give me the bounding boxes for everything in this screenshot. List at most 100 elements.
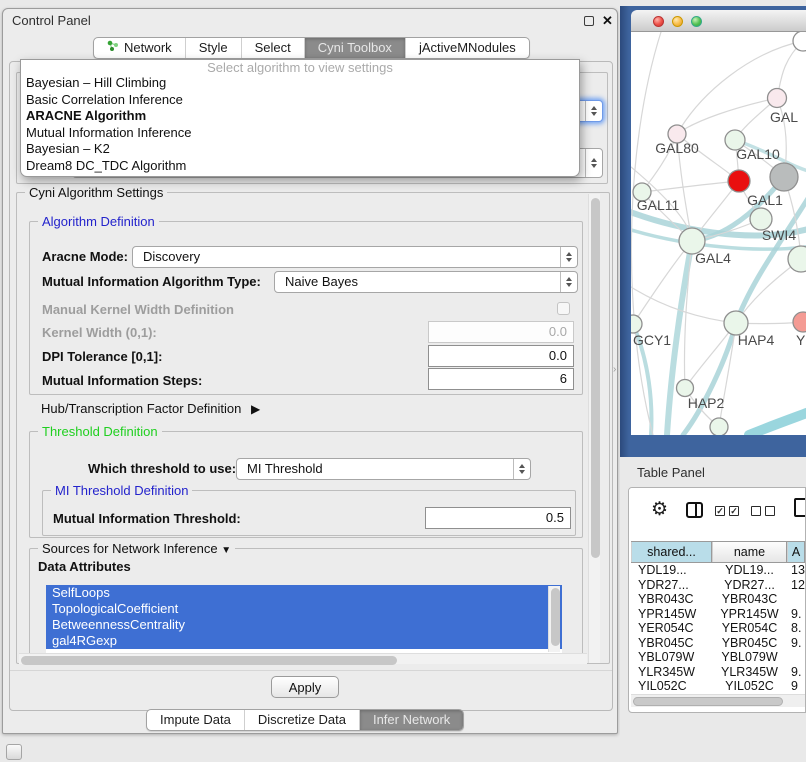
table-row[interactable]: YBR045CYBR045C9.	[631, 636, 805, 651]
tab-network[interactable]: Network	[94, 38, 185, 58]
table-header: shared...nameA	[631, 541, 805, 563]
splitter-collapse-icon[interactable]: ›	[613, 364, 616, 375]
aracne-mode-label: Aracne Mode:	[42, 249, 128, 264]
stepper-icon	[560, 272, 577, 292]
apply-button[interactable]: Apply	[271, 676, 339, 698]
table-panel-title: Table Panel	[637, 465, 705, 480]
table-cell: YBL079W	[631, 650, 712, 665]
unchecked-checkbox-icon[interactable]	[765, 506, 775, 516]
cyni-toolbox-panel: galFiltered.sif default node Cyni Algori…	[9, 61, 613, 711]
table-row[interactable]: YDR27...YDR27...12	[631, 578, 805, 593]
network-node-label: HAP2	[688, 395, 725, 411]
tab-impute-data[interactable]: Impute Data	[147, 710, 244, 730]
which-threshold-value: MI Threshold	[247, 461, 323, 476]
table-row[interactable]: YDL19...YDL19...13	[631, 563, 805, 578]
table-cell: YBR043C	[631, 592, 712, 607]
control-panel-window: Control Panel ✕ NetworkStyleSelectCyni T…	[2, 8, 618, 734]
which-threshold-combo[interactable]: MI Threshold	[236, 458, 531, 480]
table-row[interactable]: YBL079WYBL079W	[631, 650, 805, 665]
minimized-panel-icon[interactable]	[6, 744, 22, 760]
dpi-tolerance-field[interactable]: 0.0	[428, 345, 574, 367]
document-icon[interactable]	[794, 498, 806, 517]
table-cell: YBR043C	[712, 592, 787, 607]
table-cell: YBR045C	[712, 636, 787, 651]
tab-label: Style	[199, 38, 228, 58]
attribute-item[interactable]: TopologicalCoefficient	[46, 601, 562, 617]
table-cell: YDR27...	[712, 578, 787, 593]
column-header[interactable]: shared...	[631, 542, 712, 562]
attributes-scrollbar[interactable]	[548, 586, 560, 652]
attribute-item[interactable]: gal4RGexp	[46, 633, 562, 649]
network-node[interactable]	[793, 312, 806, 332]
threshold-definition-group: Threshold Definition Which threshold to …	[29, 431, 583, 538]
network-icon	[107, 38, 119, 58]
column-header[interactable]: name	[712, 542, 787, 562]
tab-style[interactable]: Style	[185, 38, 241, 58]
unchecked-checkbox-icon[interactable]	[751, 506, 761, 516]
gear-icon[interactable]: ⚙	[651, 500, 668, 519]
algorithm-option[interactable]: ARACNE Algorithm	[21, 108, 579, 125]
float-panel-icon[interactable]	[584, 16, 594, 26]
manual-kernel-checkbox[interactable]	[557, 302, 570, 315]
table-cell: YLR345W	[712, 665, 787, 680]
table-row[interactable]: YPR145WYPR145W9.	[631, 607, 805, 622]
table-window: ⚙ ✓ ✓ shared...nameA YDL19...YDL19...13Y…	[628, 487, 806, 713]
stepper-icon	[513, 459, 530, 479]
aracne-mode-combo[interactable]: Discovery	[132, 246, 578, 268]
disclosure-right-icon[interactable]: ▶	[251, 402, 260, 416]
table-cell: 9.	[787, 636, 805, 651]
network-node[interactable]	[770, 163, 798, 191]
network-node[interactable]	[728, 170, 750, 192]
mi-threshold-field[interactable]: 0.5	[425, 507, 571, 529]
mi-steps-field[interactable]: 6	[428, 368, 574, 390]
tab-cyni-toolbox[interactable]: Cyni Toolbox	[304, 38, 405, 58]
table-horizontal-scrollbar[interactable]	[631, 694, 805, 707]
hub-definition-label[interactable]: Hub/Transcription Factor Definition ▶	[41, 401, 260, 416]
stepper-icon	[585, 149, 602, 177]
network-node[interactable]	[768, 89, 787, 108]
split-columns-icon[interactable]	[686, 502, 703, 518]
network-node[interactable]	[793, 32, 806, 51]
mi-threshold-group: MI Threshold Definition Mutual Informati…	[42, 490, 576, 536]
column-header[interactable]: A	[787, 542, 805, 562]
algorithm-option[interactable]: Mutual Information Inference	[21, 125, 579, 142]
mi-threshold-group-title: MI Threshold Definition	[51, 483, 192, 498]
table-row[interactable]: YIL052CYIL052C9	[631, 679, 805, 694]
network-canvas[interactable]: GALGAL80GAL10GAL1GAL11GAL4SWI4GCY1HAP4YH…	[631, 32, 806, 435]
network-node[interactable]	[631, 315, 642, 333]
disclosure-down-icon[interactable]: ▼	[221, 545, 231, 556]
tab-discretize-data[interactable]: Discretize Data	[244, 710, 359, 730]
mi-type-combo[interactable]: Naive Bayes	[274, 271, 578, 293]
table-row[interactable]: YLR345WYLR345W9.	[631, 665, 805, 680]
checked-checkbox-icon[interactable]: ✓	[715, 506, 725, 516]
network-node[interactable]	[710, 418, 728, 435]
tab-select[interactable]: Select	[241, 38, 304, 58]
algorithm-option[interactable]: Bayesian – Hill Climbing	[21, 75, 579, 92]
zoom-window-icon[interactable]	[691, 16, 702, 27]
tab-infer-network[interactable]: Infer Network	[359, 710, 463, 730]
dpi-tolerance-label: DPI Tolerance [0,1]:	[42, 349, 162, 364]
settings-vertical-scrollbar[interactable]	[588, 194, 600, 663]
minimize-window-icon[interactable]	[672, 16, 683, 27]
mi-type-value: Naive Bayes	[285, 274, 358, 289]
close-window-icon[interactable]	[653, 16, 664, 27]
network-node[interactable]	[677, 380, 694, 397]
table-row[interactable]: YER054CYER054C8.	[631, 621, 805, 636]
mi-steps-label: Mutual Information Steps:	[42, 373, 202, 388]
settings-horizontal-scrollbar[interactable]	[19, 653, 587, 664]
table-cell	[787, 592, 805, 607]
algorithm-option[interactable]: Basic Correlation Inference	[21, 92, 579, 109]
algorithm-option[interactable]: Bayesian – K2	[21, 141, 579, 158]
kernel-width-field[interactable]: 0.0	[428, 321, 574, 343]
tab-label: Infer Network	[373, 710, 450, 730]
algorithm-option[interactable]: Dream8 DC_TDC Algorithm	[21, 158, 579, 175]
tab-jactivemnodules[interactable]: jActiveMNodules	[405, 38, 529, 58]
table-row[interactable]: YBR043CYBR043C	[631, 592, 805, 607]
checked-checkbox-icon[interactable]: ✓	[729, 506, 739, 516]
attribute-item[interactable]: BetweennessCentrality	[46, 617, 562, 633]
table-cell: YER054C	[631, 621, 712, 636]
attribute-item[interactable]: SelfLoops	[46, 585, 562, 601]
close-icon[interactable]: ✕	[602, 13, 613, 29]
table-cell: 12	[787, 578, 805, 593]
network-window-titlebar[interactable]	[631, 10, 806, 32]
